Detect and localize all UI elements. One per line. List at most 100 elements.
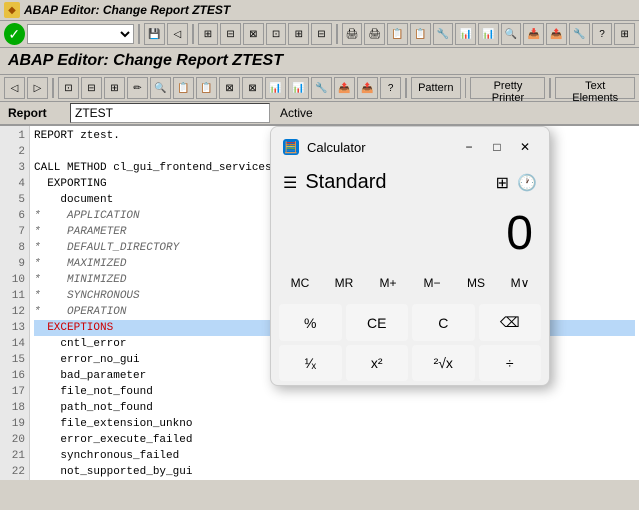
app-header-title: ABAP Editor: Change Report ZTEST <box>8 52 283 69</box>
text-elements-button[interactable]: Text Elements <box>555 77 635 99</box>
tb14[interactable]: 🔍 <box>501 23 522 45</box>
calc-titlebar: 🧮 Calculator − □ ✕ <box>271 127 549 167</box>
tb2[interactable]: ⊟ <box>220 23 241 45</box>
tb12[interactable]: 📊 <box>455 23 476 45</box>
t2b2[interactable]: ⊟ <box>81 77 102 99</box>
t2b13[interactable]: 📤 <box>334 77 355 99</box>
app-header: ABAP Editor: Change Report ZTEST <box>0 48 639 75</box>
calc-mode-title: Standard <box>305 171 487 194</box>
nav-fwd[interactable]: ▷ <box>27 77 48 99</box>
t2b9[interactable]: ⊠ <box>242 77 263 99</box>
code-line-17: file_not_found <box>34 384 635 400</box>
nav-back[interactable]: ◁ <box>4 77 25 99</box>
code-line-21: synchronous_failed <box>34 448 635 464</box>
calc-ms-btn[interactable]: MS <box>455 270 497 296</box>
save-btn[interactable]: 💾 <box>144 23 165 45</box>
sep6 <box>465 78 467 98</box>
calc-header: ☰ Standard ⊞ 🕐 <box>271 167 549 202</box>
calc-mr-btn[interactable]: MR <box>323 270 365 296</box>
tb16[interactable]: 📤 <box>546 23 567 45</box>
calc-app-icon: 🧮 <box>283 139 299 155</box>
line-numbers: 1 2 3 4 5 6 7 8 9 10 11 12 13 14 15 16 1… <box>0 126 30 480</box>
t2b6[interactable]: 📋 <box>173 77 194 99</box>
separator1 <box>138 24 140 44</box>
t2b1[interactable]: ⊡ <box>58 77 79 99</box>
editor-area: 1 2 3 4 5 6 7 8 9 10 11 12 13 14 15 16 1… <box>0 126 639 480</box>
calc-div-btn[interactable]: ÷ <box>479 345 542 381</box>
calc-ce-btn[interactable]: CE <box>346 304 409 341</box>
tb4[interactable]: ⊡ <box>266 23 287 45</box>
code-line-19: file_extension_unkno <box>34 416 635 432</box>
code-line-20: error_execute_failed <box>34 432 635 448</box>
calc-history-icon[interactable]: 🕐 <box>517 173 537 193</box>
calc-backspace-btn[interactable]: ⌫ <box>479 304 542 341</box>
t2b15[interactable]: ? <box>380 77 401 99</box>
tb13[interactable]: 📊 <box>478 23 499 45</box>
calc-c-btn[interactable]: C <box>412 304 475 341</box>
program-name-field[interactable]: ZTEST <box>70 103 270 123</box>
tb11[interactable]: 🔧 <box>433 23 454 45</box>
calc-mc-btn[interactable]: MC <box>279 270 321 296</box>
t2b12[interactable]: 🔧 <box>311 77 332 99</box>
main-toolbar: ✓ 💾 ◁ ⊞ ⊟ ⊠ ⊡ ⊞ ⊟ 🖨 🖨 📋 📋 🔧 📊 📊 🔍 📥 📤 🔧 … <box>0 21 639 48</box>
separator2 <box>192 24 194 44</box>
sep7 <box>549 78 551 98</box>
calc-display: 0 <box>271 202 549 266</box>
calc-hamburger-icon[interactable]: ☰ <box>283 173 297 193</box>
calc-memory-row: MC MR M+ M− MS M∨ <box>271 266 549 300</box>
calc-mlist-btn[interactable]: M∨ <box>499 270 541 296</box>
tb6[interactable]: ⊟ <box>311 23 332 45</box>
pattern-button[interactable]: Pattern <box>411 77 460 99</box>
tb10[interactable]: 📋 <box>410 23 431 45</box>
status-label: Report <box>0 104 70 122</box>
tb8[interactable]: 🖨 <box>364 23 385 45</box>
t2b3[interactable]: ⊞ <box>104 77 125 99</box>
tb17[interactable]: 🔧 <box>569 23 590 45</box>
status-bar: Report ZTEST Active <box>0 102 639 126</box>
check-button[interactable]: ✓ <box>4 23 25 45</box>
tb7[interactable]: 🖨 <box>342 23 363 45</box>
tb15[interactable]: 📥 <box>523 23 544 45</box>
t2b4[interactable]: ✏ <box>127 77 148 99</box>
t2b14[interactable]: 📤 <box>357 77 378 99</box>
calc-mode-icon[interactable]: ⊞ <box>496 173 509 193</box>
app-icon: ◆ <box>4 2 20 18</box>
calc-title-text: Calculator <box>307 140 366 155</box>
pretty-printer-button[interactable]: Pretty Printer <box>470 77 545 99</box>
calc-mplus-btn[interactable]: M+ <box>367 270 409 296</box>
tb3[interactable]: ⊠ <box>243 23 264 45</box>
calc-title-left: 🧮 Calculator <box>283 139 366 155</box>
tb5[interactable]: ⊞ <box>288 23 309 45</box>
calc-mminus-btn[interactable]: M− <box>411 270 453 296</box>
back-btn[interactable]: ◁ <box>167 23 188 45</box>
calc-maximize-btn[interactable]: □ <box>485 135 509 159</box>
separator3 <box>336 24 338 44</box>
tb18[interactable]: ? <box>592 23 613 45</box>
calc-recip-btn[interactable]: ¹∕ₓ <box>279 345 342 381</box>
toolbar2: ◁ ▷ ⊡ ⊟ ⊞ ✏ 🔍 📋 📋 ⊠ ⊠ 📊 📊 🔧 📤 📤 ? Patter… <box>0 75 639 102</box>
calc-sqrt-btn[interactable]: ²√x <box>412 345 475 381</box>
calc-minimize-btn[interactable]: − <box>457 135 481 159</box>
tb1[interactable]: ⊞ <box>198 23 219 45</box>
sep5 <box>405 78 407 98</box>
calc-buttons: % CE C ⌫ ¹∕ₓ x² ²√x ÷ <box>271 300 549 385</box>
t2b10[interactable]: 📊 <box>265 77 286 99</box>
t2b11[interactable]: 📊 <box>288 77 309 99</box>
code-line-18: path_not_found <box>34 400 635 416</box>
status-active: Active <box>280 106 313 120</box>
t2b7[interactable]: 📋 <box>196 77 217 99</box>
t2b5[interactable]: 🔍 <box>150 77 171 99</box>
title-bar: ◆ ABAP Editor: Change Report ZTEST <box>0 0 639 21</box>
calc-win-buttons: − □ ✕ <box>457 135 537 159</box>
t2b8[interactable]: ⊠ <box>219 77 240 99</box>
calc-sq-btn[interactable]: x² <box>346 345 409 381</box>
sep4 <box>52 78 54 98</box>
code-line-22: not_supported_by_gui <box>34 464 635 480</box>
tb19[interactable]: ⊞ <box>614 23 635 45</box>
calc-percent-btn[interactable]: % <box>279 304 342 341</box>
tb9[interactable]: 📋 <box>387 23 408 45</box>
calc-close-btn[interactable]: ✕ <box>513 135 537 159</box>
calculator-window: 🧮 Calculator − □ ✕ ☰ Standard ⊞ 🕐 0 MC M… <box>270 126 550 386</box>
window-title: ABAP Editor: Change Report ZTEST <box>24 3 230 17</box>
program-dropdown[interactable] <box>27 24 135 44</box>
